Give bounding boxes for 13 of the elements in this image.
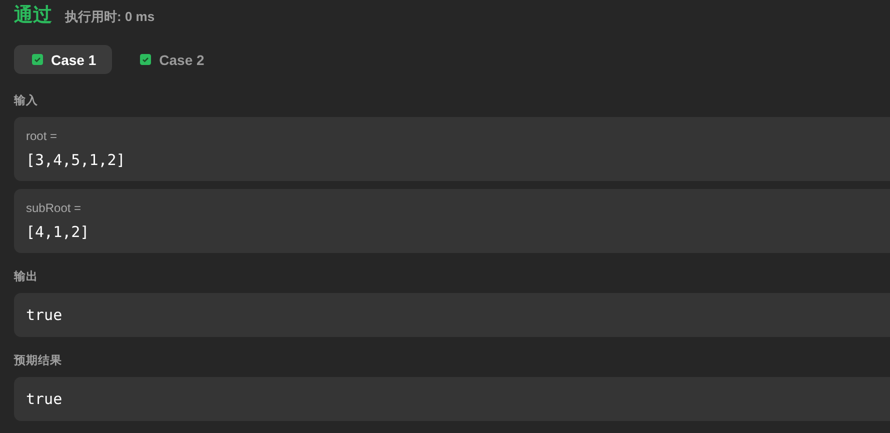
value-text: [4,1,2] (26, 222, 90, 242)
case-tab[interactable]: Case 2 (122, 45, 220, 74)
case-tab[interactable]: Case 1 (14, 45, 112, 74)
runtime-text: 执行用时: 0 ms (65, 8, 155, 26)
section-heading: 预期结果 (14, 354, 63, 369)
status-text: 通过 (14, 4, 52, 28)
value-text: true (26, 389, 64, 409)
value-text: true (26, 305, 64, 325)
section-heading: 输出 (14, 270, 39, 285)
param-name: root = (26, 129, 58, 144)
param-name: subRoot = (26, 201, 82, 216)
section-heading: 输入 (14, 94, 39, 109)
value-text: [3,4,5,1,2] (26, 150, 126, 170)
